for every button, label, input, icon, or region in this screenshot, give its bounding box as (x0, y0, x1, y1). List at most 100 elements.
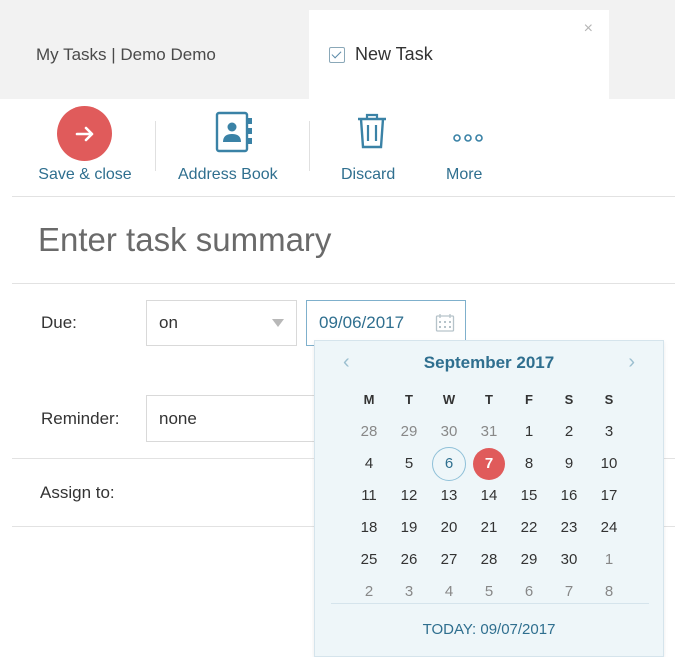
calendar-day[interactable]: 30 (550, 545, 588, 575)
today-link[interactable]: TODAY: 09/07/2017 (315, 621, 663, 638)
calendar-icon[interactable] (435, 313, 455, 338)
calendar-day[interactable]: 13 (430, 481, 468, 511)
calendar-day[interactable]: 29 (510, 545, 548, 575)
calendar-day[interactable]: 25 (350, 545, 388, 575)
calendar-day[interactable]: 15 (510, 481, 548, 511)
calendar-day[interactable]: 18 (350, 513, 388, 543)
calendar-day-number: 28 (360, 423, 378, 440)
calendar-day-number: 2 (564, 423, 574, 440)
address-book-icon (213, 110, 257, 159)
toolbar-separator (155, 121, 156, 171)
more-label: More (446, 166, 483, 183)
address-book-label: Address Book (178, 166, 278, 183)
calendar-day-number: 18 (360, 519, 378, 536)
calendar-day[interactable]: 23 (550, 513, 588, 543)
calendar-day-number: 13 (440, 487, 458, 504)
weekday-header: W (442, 392, 456, 407)
calendar-day-number: 17 (600, 487, 618, 504)
arrow-right-icon (57, 106, 112, 161)
calendar-day-number: 12 (400, 487, 418, 504)
more-button[interactable]: More (438, 99, 498, 195)
tab-new-task[interactable]: New Task × (309, 10, 609, 99)
calendar-day[interactable]: 27 (430, 545, 468, 575)
calendar-day[interactable]: 20 (430, 513, 468, 543)
calendar-day[interactable]: 4 (350, 449, 388, 479)
trash-icon (356, 112, 388, 155)
calendar-day-number: 1 (604, 551, 614, 568)
toolbar-separator (309, 121, 310, 171)
close-icon[interactable]: × (584, 20, 593, 38)
save-close-button[interactable]: Save & close (30, 99, 140, 195)
calendar-day[interactable]: 29 (390, 417, 428, 447)
calendar-day[interactable]: 11 (350, 481, 388, 511)
more-dots-icon (453, 130, 483, 148)
assign-to-label: Assign to: (40, 483, 115, 502)
calendar-day[interactable]: 26 (390, 545, 428, 575)
calendar-day-number: 6 (524, 583, 534, 600)
summary-section (12, 198, 675, 284)
calendar-day[interactable]: 2 (550, 417, 588, 447)
calendar-day[interactable]: 21 (470, 513, 508, 543)
weekday-header: S (564, 392, 574, 407)
tab-my-tasks-label: My Tasks | Demo Demo (36, 44, 216, 64)
calendar-day-number: 1 (524, 423, 534, 440)
calendar-day-number: 14 (480, 487, 498, 504)
discard-label: Discard (341, 166, 396, 183)
calendar-day-number: 27 (440, 551, 458, 568)
calendar-day[interactable]: 28 (470, 545, 508, 575)
calendar-day-number: 5 (404, 455, 414, 472)
calendar-divider (331, 603, 649, 604)
calendar-day[interactable]: 9 (550, 449, 588, 479)
checkbox-icon (329, 46, 345, 63)
calendar-day[interactable]: 6 (430, 447, 468, 481)
calendar-day[interactable]: 24 (590, 513, 628, 543)
calendar-day-number: 8 (524, 455, 534, 472)
calendar-day-number: 6 (432, 447, 466, 481)
calendar-day[interactable]: 31 (470, 417, 508, 447)
calendar-day-number: 29 (400, 423, 418, 440)
calendar-day[interactable]: 12 (390, 481, 428, 511)
calendar-day-number: 19 (400, 519, 418, 536)
tab-my-tasks[interactable]: My Tasks | Demo Demo (12, 10, 309, 99)
calendar-day-number: 5 (484, 583, 494, 600)
calendar-day-number: 26 (400, 551, 418, 568)
calendar-day-number: 7 (564, 583, 574, 600)
calendar-day[interactable]: 22 (510, 513, 548, 543)
calendar-day[interactable]: 8 (510, 449, 548, 479)
calendar-day-number: 15 (520, 487, 538, 504)
calendar-day[interactable]: 30 (430, 417, 468, 447)
calendar-day-number: 2 (364, 583, 374, 600)
save-close-label: Save & close (38, 166, 132, 183)
calendar-day-number: 3 (404, 583, 414, 600)
calendar-day[interactable]: 17 (590, 481, 628, 511)
reminder-value: none (159, 408, 197, 428)
calendar-day-number: 9 (564, 455, 574, 472)
calendar-day[interactable]: 7 (470, 448, 508, 480)
calendar-day[interactable]: 3 (590, 417, 628, 447)
calendar-day[interactable]: 28 (350, 417, 388, 447)
calendar-day-number: 24 (600, 519, 618, 536)
calendar-day[interactable]: 14 (470, 481, 508, 511)
due-label: Due: (41, 313, 77, 332)
calendar-day-number: 29 (520, 551, 538, 568)
due-mode-select[interactable]: on (146, 300, 297, 346)
chevron-right-icon[interactable]: › (628, 351, 635, 374)
calendar-header: ‹ September 2017 › (315, 351, 663, 377)
calendar-day[interactable]: 19 (390, 513, 428, 543)
calendar-day-number: 25 (360, 551, 378, 568)
calendar-day-number: 31 (480, 423, 498, 440)
calendar-day-number: 4 (364, 455, 374, 472)
tab-new-task-label: New Task (355, 44, 433, 64)
calendar-day-number: 20 (440, 519, 458, 536)
calendar-day[interactable]: 1 (510, 417, 548, 447)
weekday-header: M (363, 392, 375, 407)
discard-button[interactable]: Discard (334, 99, 408, 195)
calendar-day-number: 22 (520, 519, 538, 536)
calendar-day[interactable]: 5 (390, 449, 428, 479)
calendar-day[interactable]: 10 (590, 449, 628, 479)
calendar-day[interactable]: 16 (550, 481, 588, 511)
calendar-day[interactable]: 1 (590, 545, 628, 575)
calendar-day-number: 30 (440, 423, 458, 440)
address-book-button[interactable]: Address Book (174, 99, 294, 195)
task-summary-input[interactable] (38, 218, 638, 262)
